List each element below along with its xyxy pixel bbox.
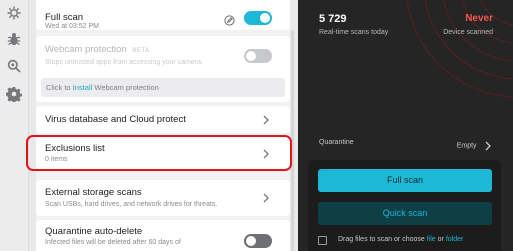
install-webcam-note: Click to Install Webcam protection (41, 78, 285, 97)
install-note-suffix: Webcam protection (94, 83, 159, 92)
realtime-scans-count: 5 729 (319, 13, 347, 25)
webcam-protection-row: Webcam protection BETA Stops untrusted a… (36, 36, 290, 102)
full-scan-row: Full scan Wed at 03:52 PM (36, 0, 290, 30)
beta-badge: BETA (132, 48, 150, 54)
full-scan-time: Wed at 03:52 PM (45, 23, 99, 30)
scan-actions-card: Full scan Quick scan Drag files to scan … (308, 160, 501, 251)
webcam-protection-description: Stops untrusted apps from accessing your… (45, 59, 203, 66)
chevron-right-icon (485, 141, 491, 151)
full-scan-button[interactable]: Full scan (318, 169, 492, 192)
settings-panel: Full scan Wed at 03:52 PM Webcam protect… (36, 0, 290, 251)
quarantine-auto-delete-title: Quarantine auto-delete (45, 226, 143, 237)
edit-schedule-icon[interactable] (224, 13, 235, 26)
quarantine-status: Empty (456, 142, 477, 150)
realtime-scans-label: Real-time scans today (319, 29, 389, 36)
virus-icon[interactable] (6, 5, 22, 21)
bug-icon[interactable] (6, 31, 22, 47)
drop-or: or (437, 236, 444, 243)
webcam-protection-title: Webcam protection BETA (45, 44, 150, 55)
external-storage-description: Scan USBs, hard drives, and network driv… (45, 201, 218, 208)
webcam-protection-toggle[interactable] (244, 49, 272, 63)
drop-zone-text: Drag files to scan or choose file or fol… (338, 236, 463, 243)
last-scan-value: Never (465, 13, 493, 24)
quarantine-auto-delete-description: Infected files will be deleted after 60 … (45, 239, 181, 246)
quarantine-auto-delete-row: Quarantine auto-delete Infected files wi… (36, 220, 290, 251)
drop-prefix: Drag files to scan or choose (338, 236, 425, 243)
last-scan-label: Device scanned (443, 29, 493, 36)
quarantine-auto-delete-toggle[interactable] (244, 234, 272, 248)
sidebar-rail (0, 0, 29, 251)
quick-scan-button[interactable]: Quick scan (318, 202, 492, 225)
external-storage-row[interactable]: External storage scans Scan USBs, hard d… (36, 180, 290, 216)
quarantine-status-link[interactable]: Empty (456, 137, 491, 151)
chevron-right-icon (262, 115, 270, 125)
virus-database-title: Virus database and Cloud protect (45, 114, 186, 125)
full-scan-title: Full scan (45, 12, 84, 23)
chevron-right-icon (262, 193, 270, 203)
install-webcam-link[interactable]: Install (73, 83, 93, 92)
exclusions-highlight-frame (26, 135, 292, 171)
install-note-prefix: Click to (46, 83, 71, 92)
quarantine-label: Quarantine (319, 139, 354, 146)
choose-file-link[interactable]: file (427, 236, 436, 243)
full-scan-toggle[interactable] (244, 11, 272, 25)
drop-zone-icon (318, 236, 327, 245)
gear-icon[interactable] (6, 86, 22, 102)
status-panel: 5 729 Real-time scans today Never Device… (298, 0, 513, 251)
virus-database-row[interactable]: Virus database and Cloud protect (36, 106, 290, 133)
external-storage-title: External storage scans (45, 187, 142, 198)
choose-folder-link[interactable]: folder (446, 236, 464, 243)
search-scan-icon[interactable] (6, 58, 22, 74)
